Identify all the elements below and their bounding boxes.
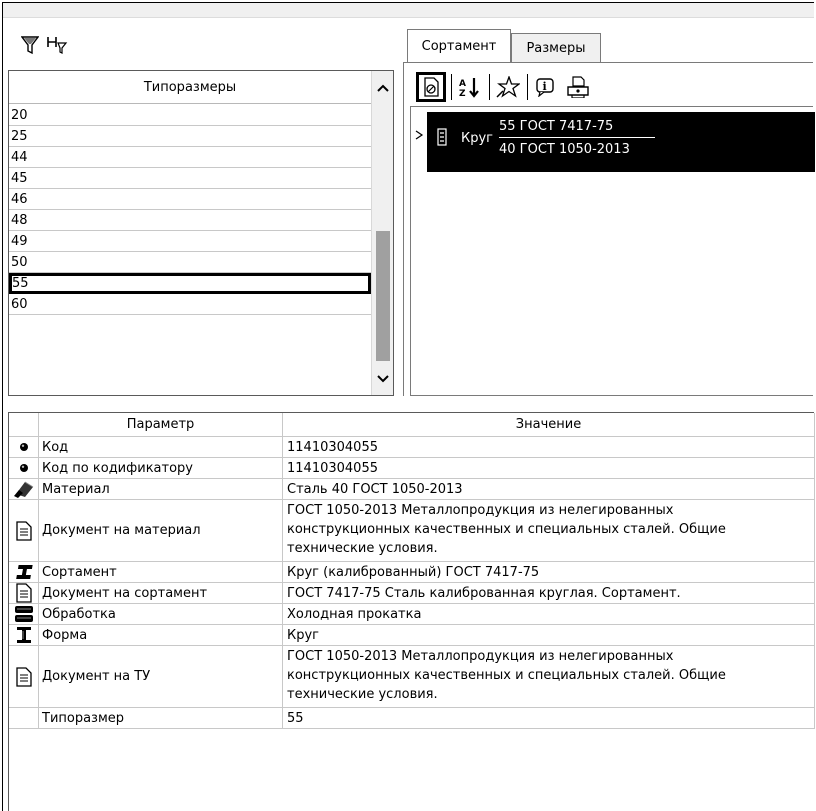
assortment-numerator: 55 ГОСТ 7417-75 bbox=[499, 116, 655, 138]
size-item[interactable]: 45 bbox=[9, 168, 371, 189]
scroll-thumb[interactable] bbox=[376, 231, 390, 361]
document-icon bbox=[9, 646, 39, 708]
sort-icon[interactable]: AZ bbox=[455, 72, 485, 102]
document-icon bbox=[9, 583, 39, 604]
assortment-list: Круг 55 ГОСТ 7417-75 40 ГОСТ 1050-2013 bbox=[410, 106, 815, 396]
sizes-scrollbar[interactable] bbox=[371, 71, 393, 395]
header-value: Значение bbox=[283, 413, 815, 437]
row-icon-cell bbox=[9, 708, 39, 729]
param-value-line: технические условия. bbox=[287, 541, 438, 556]
info-icon[interactable]: i bbox=[531, 72, 561, 102]
param-value[interactable]: ГОСТ 7417-75 Сталь калиброванная круглая… bbox=[283, 583, 815, 604]
size-item[interactable]: 44 bbox=[9, 147, 371, 168]
size-item[interactable]: 20 bbox=[9, 105, 371, 126]
param-value-line: конструкционных качественных и специальн… bbox=[287, 522, 726, 537]
param-name[interactable]: Форма bbox=[39, 625, 283, 646]
title-strip bbox=[3, 3, 814, 18]
param-value-line: ГОСТ 1050-2013 Металлопродукция из нелег… bbox=[287, 503, 674, 518]
param-name[interactable]: Документ на сортамент bbox=[39, 583, 283, 604]
profile-icon bbox=[9, 562, 39, 583]
param-value[interactable]: ГОСТ 1050-2013 Металлопродукция из нелег… bbox=[283, 646, 815, 708]
sizes-list-header: Типоразмеры bbox=[9, 71, 371, 104]
filter-icon[interactable] bbox=[20, 34, 40, 56]
document-icon bbox=[9, 500, 39, 562]
bullet-icon bbox=[9, 437, 39, 458]
size-item[interactable]: 55 bbox=[9, 273, 371, 294]
filter-settings-icon[interactable] bbox=[46, 34, 68, 56]
param-value[interactable]: 55 bbox=[283, 708, 815, 729]
size-item[interactable]: 60 bbox=[9, 294, 371, 315]
row-expander-icon[interactable] bbox=[414, 129, 424, 141]
star-icon[interactable] bbox=[493, 72, 523, 102]
param-name[interactable]: Материал bbox=[39, 479, 283, 500]
param-value[interactable]: Сталь 40 ГОСТ 1050-2013 bbox=[283, 479, 815, 500]
param-name[interactable]: Сортамент bbox=[39, 562, 283, 583]
print-icon[interactable] bbox=[563, 72, 593, 102]
param-name[interactable]: Типоразмер bbox=[39, 708, 283, 729]
assortment-row[interactable]: Круг 55 ГОСТ 7417-75 40 ГОСТ 1050-2013 bbox=[427, 112, 815, 172]
svg-text:A: A bbox=[459, 79, 466, 89]
processing-icon bbox=[9, 604, 39, 625]
param-value[interactable]: Круг (калиброванный) ГОСТ 7417-75 bbox=[283, 562, 815, 583]
size-item[interactable]: 46 bbox=[9, 189, 371, 210]
assortment-type-icon bbox=[435, 126, 449, 148]
svg-text:Z: Z bbox=[459, 89, 466, 98]
tab-sortament[interactable]: Сортамент bbox=[407, 29, 511, 62]
shape-icon bbox=[9, 625, 39, 646]
param-value[interactable]: 11410304055 bbox=[283, 458, 815, 479]
param-name[interactable]: Обработка bbox=[39, 604, 283, 625]
param-value[interactable]: Холодная прокатка bbox=[283, 604, 815, 625]
param-name[interactable]: Документ на ТУ bbox=[39, 646, 283, 708]
param-name[interactable]: Код по кодификатору bbox=[39, 458, 283, 479]
param-value[interactable]: Круг bbox=[283, 625, 815, 646]
size-item[interactable]: 50 bbox=[9, 252, 371, 273]
param-value[interactable]: 11410304055 bbox=[283, 437, 815, 458]
param-value-line: конструкционных качественных и специальн… bbox=[287, 668, 726, 683]
size-item[interactable]: 48 bbox=[9, 210, 371, 231]
param-value-line: технические условия. bbox=[287, 687, 438, 702]
size-item[interactable]: 49 bbox=[9, 231, 371, 252]
header-parameter: Параметр bbox=[39, 413, 283, 437]
scroll-down-icon[interactable] bbox=[372, 364, 393, 394]
assortment-shape: Круг bbox=[461, 131, 494, 146]
parameters-table: Параметр Значение Код 11410304055 Код по к… bbox=[8, 412, 815, 811]
header-icon-cell bbox=[9, 413, 39, 437]
document-icon[interactable] bbox=[416, 72, 446, 102]
param-value[interactable]: ГОСТ 1050-2013 Металлопродукция из нелег… bbox=[283, 500, 815, 562]
tab-sizes[interactable]: Размеры bbox=[511, 33, 601, 62]
param-value-line: ГОСТ 1050-2013 Металлопродукция из нелег… bbox=[287, 649, 674, 664]
material-icon bbox=[9, 479, 39, 500]
param-name[interactable]: Документ на материал bbox=[39, 500, 283, 562]
sizes-list: Типоразмеры 20 25 44 45 46 48 49 50 55 60 bbox=[8, 70, 394, 396]
scroll-up-icon[interactable] bbox=[372, 71, 393, 104]
bullet-icon bbox=[9, 458, 39, 479]
assortment-denominator: 40 ГОСТ 1050-2013 bbox=[499, 142, 630, 157]
assortment-toolbar: AZ i bbox=[403, 64, 813, 104]
size-item[interactable]: 25 bbox=[9, 126, 371, 147]
param-name[interactable]: Код bbox=[39, 437, 283, 458]
svg-text:i: i bbox=[543, 80, 547, 93]
